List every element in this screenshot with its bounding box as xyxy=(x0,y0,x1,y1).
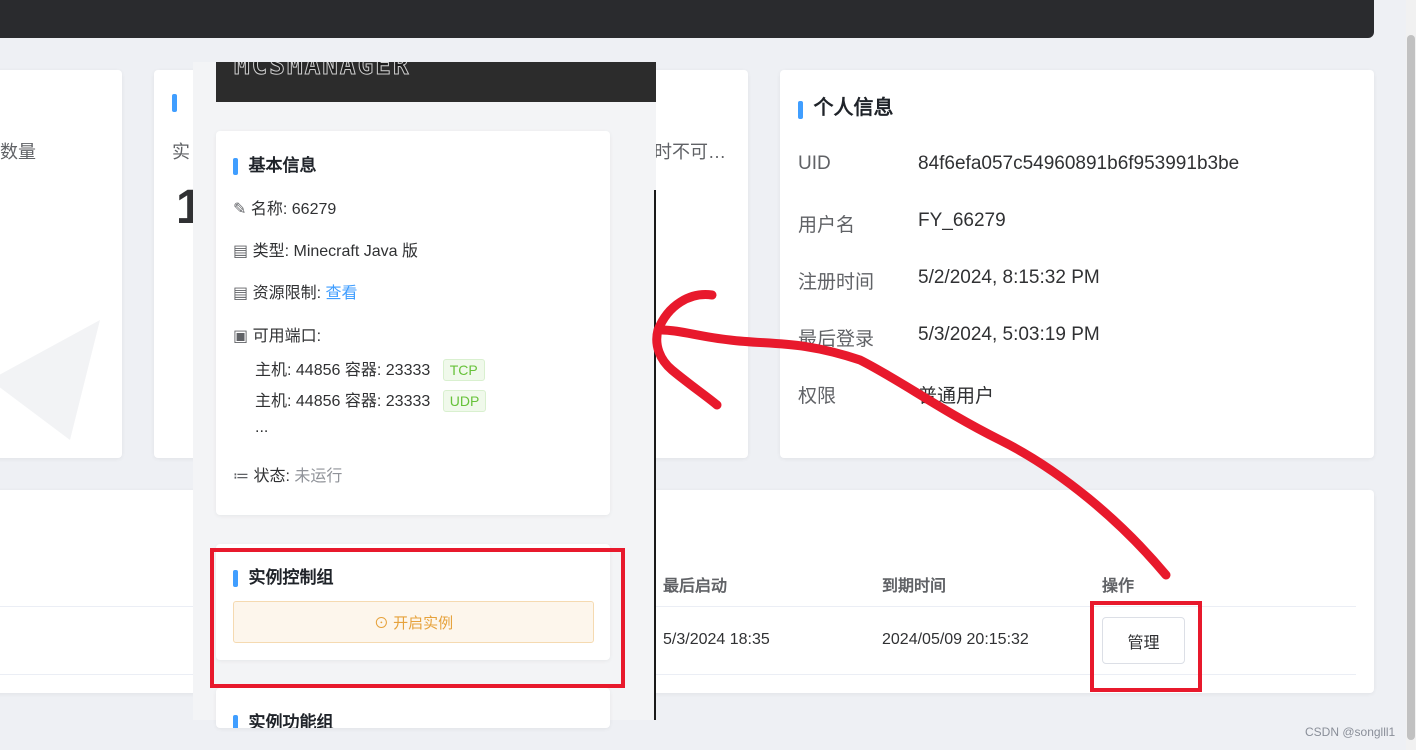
scrollbar-thumb[interactable] xyxy=(1407,35,1415,740)
watermark: CSDN @songlll1 xyxy=(1305,725,1396,739)
annotation-arrow xyxy=(652,290,1171,580)
page-scrollbar[interactable] xyxy=(1406,0,1416,750)
